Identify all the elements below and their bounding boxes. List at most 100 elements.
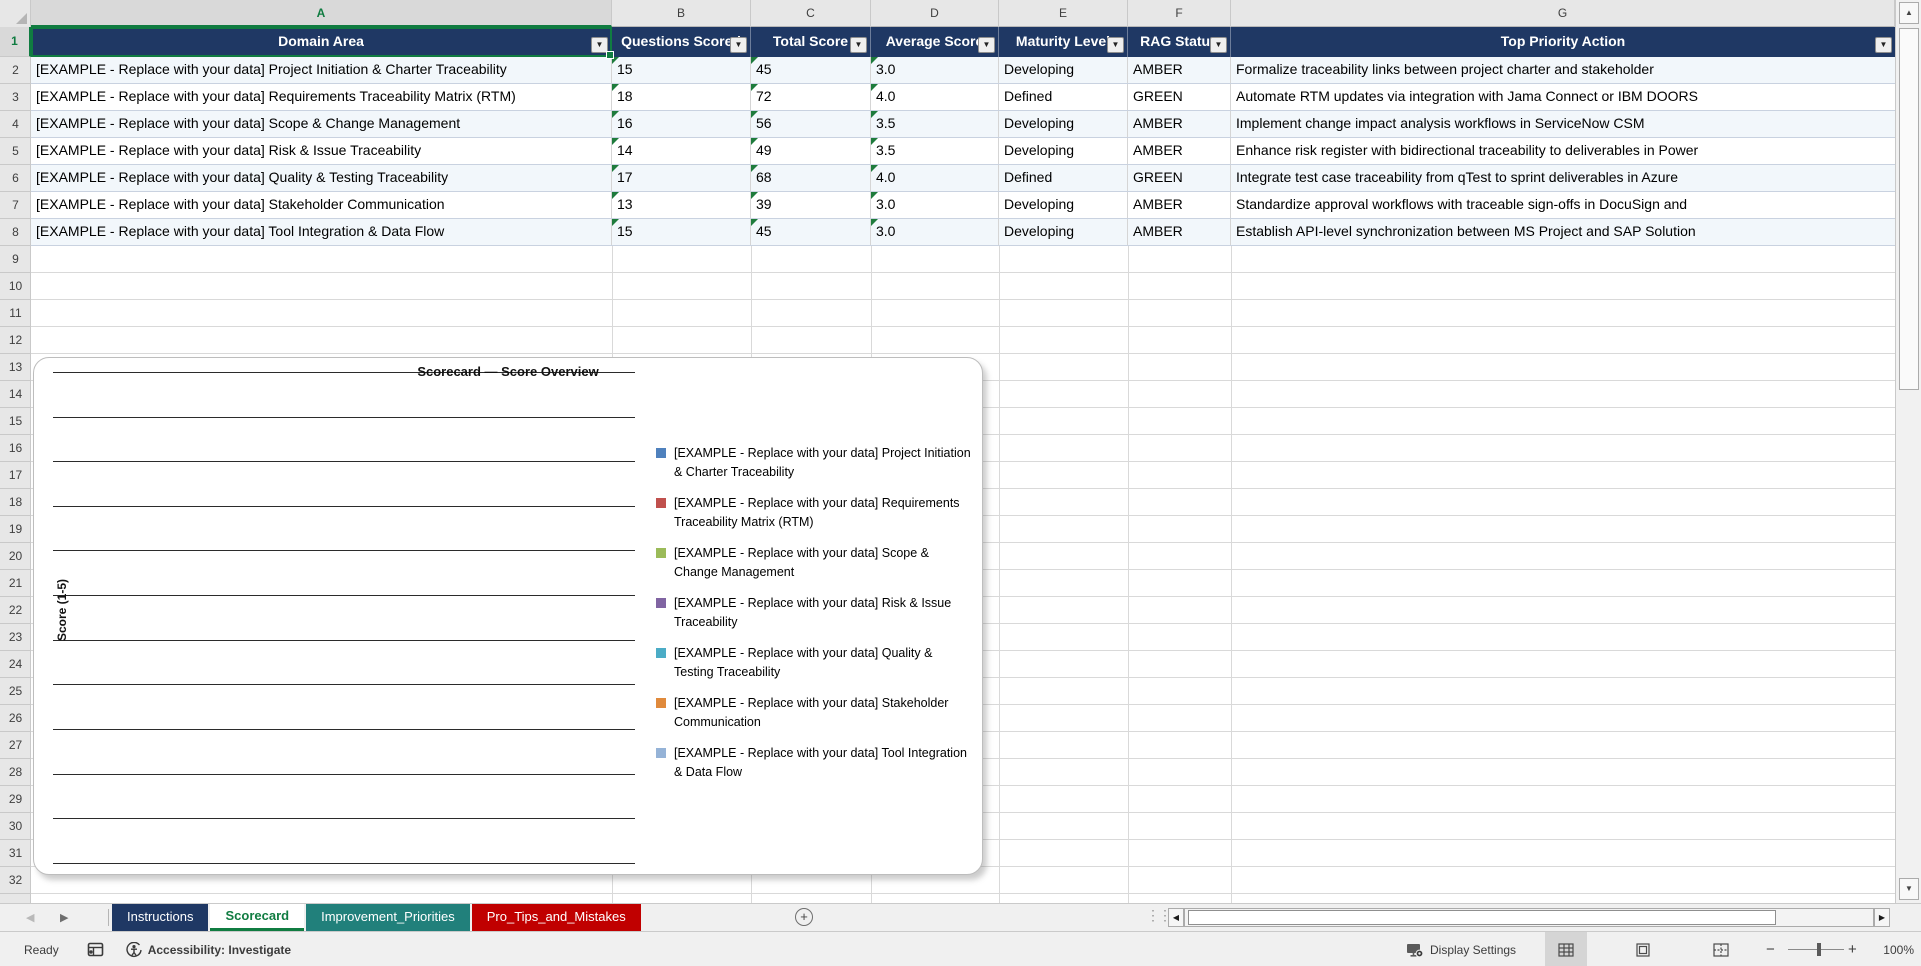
row-header[interactable]: 6 xyxy=(0,165,31,192)
row-header[interactable]: 14 xyxy=(0,381,31,408)
row-header[interactable]: 21 xyxy=(0,570,31,597)
filter-dropdown-icon[interactable]: ▼ xyxy=(591,37,608,53)
row-header[interactable]: 26 xyxy=(0,705,31,732)
cell-rag[interactable]: AMBER xyxy=(1128,111,1231,137)
legend-item[interactable]: [EXAMPLE - Replace with your data] Stake… xyxy=(656,694,974,732)
column-header-A[interactable]: A xyxy=(31,0,612,27)
zoom-out-button[interactable]: − xyxy=(1766,932,1775,966)
zoom-slider[interactable] xyxy=(1788,949,1844,950)
vertical-scrollbar[interactable]: ▲ ▼ xyxy=(1895,0,1921,903)
row-header[interactable]: 30 xyxy=(0,813,31,840)
row-header[interactable]: 10 xyxy=(0,273,31,300)
cell-total[interactable]: 39 xyxy=(751,192,871,218)
horizontal-scrollbar-thumb[interactable] xyxy=(1188,910,1776,925)
cell-questions[interactable]: 14 xyxy=(612,138,751,164)
scroll-right-icon[interactable]: ▶ xyxy=(1874,908,1890,927)
macro-record-icon[interactable] xyxy=(87,942,104,957)
cell-questions[interactable]: 17 xyxy=(612,165,751,191)
filter-dropdown-icon[interactable]: ▼ xyxy=(1210,37,1227,53)
select-all-button[interactable] xyxy=(0,0,31,27)
cell-total[interactable]: 68 xyxy=(751,165,871,191)
cell-total[interactable]: 45 xyxy=(751,219,871,245)
cell-average[interactable]: 4.0 xyxy=(871,165,999,191)
cell-rag[interactable]: AMBER xyxy=(1128,57,1231,83)
row-header[interactable]: 2 xyxy=(0,57,31,84)
legend-item[interactable]: [EXAMPLE - Replace with your data] Quali… xyxy=(656,644,974,682)
cell-action[interactable]: Enhance risk register with bidirectional… xyxy=(1231,138,1895,164)
header-questions-scored[interactable]: Questions Scored ▼ xyxy=(612,27,751,57)
row-header[interactable]: 1 xyxy=(0,27,31,57)
row-header[interactable]: 16 xyxy=(0,435,31,462)
cell-questions[interactable]: 18 xyxy=(612,84,751,110)
row-header[interactable]: 3 xyxy=(0,84,31,111)
cell-maturity[interactable]: Defined xyxy=(999,165,1128,191)
scroll-left-icon[interactable]: ◀ xyxy=(1168,908,1184,927)
cell-rag[interactable]: AMBER xyxy=(1128,219,1231,245)
row-header[interactable]: 27 xyxy=(0,732,31,759)
cell-domain[interactable]: [EXAMPLE - Replace with your data] Quali… xyxy=(31,165,612,191)
cell-total[interactable]: 72 xyxy=(751,84,871,110)
zoom-slider-handle[interactable] xyxy=(1817,943,1821,956)
row-header[interactable]: 24 xyxy=(0,651,31,678)
column-header-E[interactable]: E xyxy=(999,0,1128,27)
cell-maturity[interactable]: Developing xyxy=(999,111,1128,137)
cell-domain[interactable]: [EXAMPLE - Replace with your data] Tool … xyxy=(31,219,612,245)
cell-questions[interactable]: 13 xyxy=(612,192,751,218)
filter-dropdown-icon[interactable]: ▼ xyxy=(730,37,747,53)
column-header-D[interactable]: D xyxy=(871,0,999,27)
vertical-scrollbar-thumb[interactable] xyxy=(1899,28,1919,390)
cell-action[interactable]: Formalize traceability links between pro… xyxy=(1231,57,1895,83)
scroll-up-icon[interactable]: ▲ xyxy=(1899,2,1919,24)
cell-maturity[interactable]: Developing xyxy=(999,219,1128,245)
cell-rag[interactable]: AMBER xyxy=(1128,138,1231,164)
filter-dropdown-icon[interactable]: ▼ xyxy=(978,37,995,53)
row-header[interactable]: 31 xyxy=(0,840,31,867)
header-top-priority-action[interactable]: Top Priority Action ▼ xyxy=(1231,27,1895,57)
header-average-score[interactable]: Average Score ▼ xyxy=(871,27,999,57)
cell-questions[interactable]: 16 xyxy=(612,111,751,137)
filter-dropdown-icon[interactable]: ▼ xyxy=(850,37,867,53)
cell-domain[interactable]: [EXAMPLE - Replace with your data] Proje… xyxy=(31,57,612,83)
column-header-C[interactable]: C xyxy=(751,0,871,27)
row-header[interactable]: 15 xyxy=(0,408,31,435)
row-header[interactable]: 5 xyxy=(0,138,31,165)
scroll-down-icon[interactable]: ▼ xyxy=(1899,878,1919,900)
cell-action[interactable]: Implement change impact analysis workflo… xyxy=(1231,111,1895,137)
page-layout-view-button[interactable] xyxy=(1622,932,1664,966)
cell-rag[interactable]: GREEN xyxy=(1128,84,1231,110)
cell-total[interactable]: 49 xyxy=(751,138,871,164)
row-header[interactable]: 29 xyxy=(0,786,31,813)
cell-domain[interactable]: [EXAMPLE - Replace with your data] Risk … xyxy=(31,138,612,164)
cell-maturity[interactable]: Developing xyxy=(999,192,1128,218)
cell-action[interactable]: Establish API-level synchronization betw… xyxy=(1231,219,1895,245)
cell-average[interactable]: 3.0 xyxy=(871,57,999,83)
tab-scorecard[interactable]: Scorecard xyxy=(210,904,305,931)
tab-pro-tips-and-mistakes[interactable]: Pro_Tips_and_Mistakes xyxy=(471,904,641,931)
row-header[interactable]: 32 xyxy=(0,867,31,894)
prev-sheet-icon[interactable]: ◀ xyxy=(26,911,34,924)
display-settings-button[interactable]: Display Settings xyxy=(1406,932,1516,966)
cell-total[interactable]: 56 xyxy=(751,111,871,137)
accessibility-status[interactable]: Accessibility: Investigate xyxy=(126,941,291,958)
zoom-level-button[interactable]: 100% xyxy=(1874,932,1914,966)
row-header[interactable]: 20 xyxy=(0,543,31,570)
scorecard-chart[interactable]: Scorecard — Score Overview Score (1-5) [… xyxy=(33,357,983,875)
column-header-G[interactable]: G xyxy=(1231,0,1895,27)
row-header[interactable]: 23 xyxy=(0,624,31,651)
row-header[interactable]: 7 xyxy=(0,192,31,219)
cell-maturity[interactable]: Developing xyxy=(999,57,1128,83)
header-maturity-level[interactable]: Maturity Level ▼ xyxy=(999,27,1128,57)
legend-item[interactable]: [EXAMPLE - Replace with your data] Proje… xyxy=(656,444,974,482)
header-rag-status[interactable]: RAG Status ▼ xyxy=(1128,27,1231,57)
column-header-F[interactable]: F xyxy=(1128,0,1231,27)
cell-average[interactable]: 3.5 xyxy=(871,111,999,137)
row-header[interactable]: 19 xyxy=(0,516,31,543)
cell-domain[interactable]: [EXAMPLE - Replace with your data] Stake… xyxy=(31,192,612,218)
row-header[interactable]: 4 xyxy=(0,111,31,138)
cell-questions[interactable]: 15 xyxy=(612,57,751,83)
row-header[interactable]: 13 xyxy=(0,354,31,381)
cell-action[interactable]: Automate RTM updates via integration wit… xyxy=(1231,84,1895,110)
row-header[interactable]: 11 xyxy=(0,300,31,327)
cell-average[interactable]: 3.0 xyxy=(871,219,999,245)
row-header[interactable]: 18 xyxy=(0,489,31,516)
